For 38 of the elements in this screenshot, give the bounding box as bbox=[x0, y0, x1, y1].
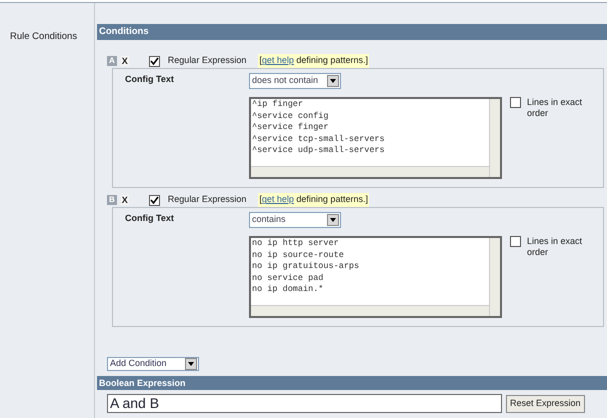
pattern-line: no service pad bbox=[252, 272, 324, 284]
expression-input[interactable]: A and B bbox=[107, 394, 502, 413]
pattern-textarea[interactable]: ^ip finger ^service config ^service finger ^service tcp-small-servers ^service udp-small-servers bbox=[249, 97, 502, 179]
checkbox[interactable] bbox=[510, 97, 521, 108]
checkbox[interactable] bbox=[148, 194, 160, 206]
add-condition-select[interactable]: Add Condition bbox=[107, 357, 199, 371]
panel-header: Conditions bbox=[97, 24, 607, 40]
condition-letter-badge: B bbox=[107, 195, 117, 205]
help-text: [get help defining patterns.] bbox=[258, 54, 369, 68]
condition-letter-badge: A bbox=[107, 56, 117, 66]
pattern-line: no ip source-route bbox=[252, 250, 345, 261]
exact-order-label: Lines in exact order bbox=[527, 236, 584, 258]
regex-label: Regular Expression bbox=[168, 54, 246, 68]
pattern-line: no ip http server bbox=[252, 238, 340, 250]
pattern-line: ^service finger bbox=[252, 122, 330, 134]
remove-condition-button[interactable]: X bbox=[120, 195, 129, 205]
pattern-line: ^service udp-small-servers bbox=[252, 145, 386, 156]
section-label: Rule Conditions bbox=[10, 31, 78, 42]
field-label: Config Text bbox=[125, 73, 175, 86]
pattern-line: no ip domain.* bbox=[252, 284, 324, 296]
checkbox[interactable] bbox=[148, 56, 160, 66]
pattern-line: ^service config bbox=[252, 110, 330, 122]
help-text: [get help defining patterns.] bbox=[258, 193, 369, 207]
operator-select[interactable]: contains bbox=[249, 212, 341, 228]
pattern-line: ^ip finger bbox=[252, 99, 304, 110]
pattern-textarea[interactable]: no ip http server no ip source-route no ip gratuitous-arps no service pad no ip domain.* bbox=[249, 236, 502, 318]
get-help-link[interactable]: get help bbox=[262, 194, 294, 204]
field-label: Config Text bbox=[125, 212, 175, 225]
checkbox[interactable] bbox=[510, 236, 521, 247]
remove-condition-button[interactable]: X bbox=[120, 56, 129, 66]
panel-header: Boolean Expression bbox=[97, 376, 607, 390]
exact-order-label: Lines in exact order bbox=[527, 97, 584, 119]
reset-expression-button[interactable]: Reset Expression bbox=[506, 394, 585, 412]
pattern-line: ^service tcp-small-servers bbox=[252, 134, 386, 145]
operator-select[interactable]: does not contain bbox=[249, 73, 341, 89]
regex-label: Regular Expression bbox=[168, 193, 246, 206]
pattern-line: no ip gratuitous-arps bbox=[252, 261, 360, 272]
get-help-link[interactable]: get help bbox=[262, 55, 294, 66]
